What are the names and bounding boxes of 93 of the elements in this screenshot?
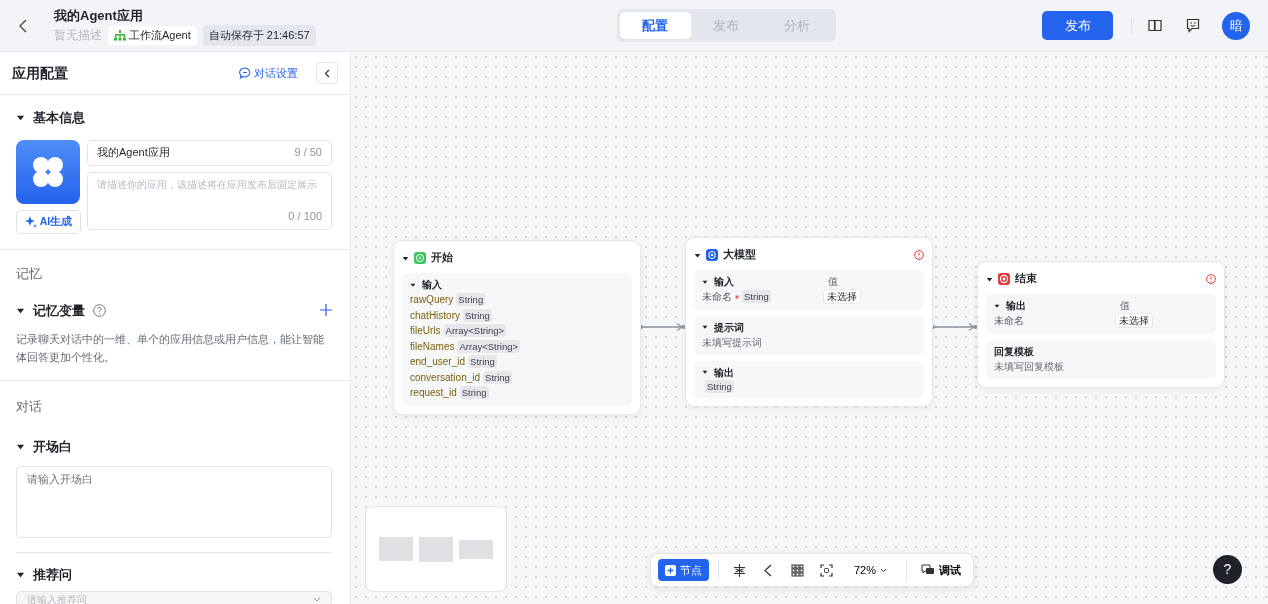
memory-hint: 记录聊天对话中的一维、单个的应用信息或用户信息，能让智能体回答更加个性化。 — [16, 332, 325, 365]
variable-name: fileNames — [410, 339, 455, 354]
type-tag: String — [468, 355, 497, 369]
sparkle-icon — [24, 215, 37, 228]
caret-icon[interactable] — [994, 302, 1000, 309]
add-node-button[interactable]: 节点 — [658, 559, 709, 581]
group-title: 记忆 — [16, 265, 43, 283]
character-count: 9 / 50 — [294, 145, 322, 161]
placeholder-text: 未填写提示词 — [702, 335, 763, 350]
smiley-icon[interactable] — [1186, 18, 1200, 33]
asterisk-icon — [733, 563, 746, 577]
target-icon — [998, 273, 1010, 285]
workflow-node[interactable]: 大模型 输入 值 未命名 String 未选择 提示词 未填写提示词 输出 String — [685, 237, 933, 407]
caret-icon[interactable] — [16, 570, 25, 580]
variable-name: conversation_id — [410, 370, 481, 385]
type-tag: Array<String> — [443, 324, 507, 338]
autosave-status: 自动保存于 21:46:57 — [202, 25, 316, 46]
value-select[interactable]: 未选择 — [823, 289, 861, 305]
caret-icon[interactable] — [986, 275, 993, 283]
section-heading: 记忆变量 — [33, 301, 85, 320]
variable-name: fileUrls — [410, 324, 441, 338]
fit-view-icon — [820, 563, 833, 577]
description-text: 暂无描述 — [54, 27, 102, 45]
connector-arrow — [639, 322, 686, 332]
group-title: 对话 — [16, 398, 43, 416]
variable-name: end_user_id — [410, 355, 466, 369]
play-icon — [414, 252, 426, 264]
back-icon[interactable] — [18, 18, 28, 33]
tab[interactable]: 配置 — [619, 12, 691, 39]
debug-button[interactable]: 调试 — [916, 559, 967, 581]
section-heading: 输入 — [714, 275, 735, 289]
connector-arrow — [931, 322, 978, 332]
ai-generate-button[interactable]: AI生成 — [16, 209, 81, 234]
section-heading: 开场白 — [33, 437, 72, 456]
workflow-node[interactable]: 开始 输入 rawQuery String chatHistory String fileUrls Array<String> fileNames Array<String> end_user_id String conversation_id String request_id String — [393, 240, 641, 415]
column-heading: 值 — [1120, 299, 1130, 313]
chevron-down-icon — [880, 567, 888, 573]
chat-bubbles-icon — [921, 564, 936, 576]
type-tag: String — [456, 293, 486, 307]
opening-input-field[interactable]: 请输入开场白 — [16, 466, 332, 538]
type-tag: String — [705, 379, 734, 393]
plus-icon[interactable] — [320, 304, 332, 317]
user-avatar[interactable]: 暗 — [1222, 11, 1250, 40]
section-heading: 回复模板 — [994, 344, 1034, 359]
publish-button[interactable]: 发布 — [1042, 11, 1113, 40]
variable-name: request_id — [410, 386, 457, 400]
name-input-field[interactable]: 我的Agent应用 9 / 50 — [87, 139, 332, 166]
section-heading: 提示词 — [714, 320, 744, 335]
chat-bubble-icon — [239, 67, 251, 79]
caret-icon[interactable] — [702, 369, 708, 375]
zoom-dropdown[interactable]: 72% — [844, 559, 898, 581]
value-select[interactable]: 未选择 — [1115, 313, 1153, 329]
section-heading: 推荐问 — [33, 566, 72, 584]
variable-name: 未命名 — [702, 290, 732, 304]
tag-label: 工作流Agent — [129, 28, 191, 43]
character-count: 0 / 100 — [288, 209, 322, 224]
column-heading: 值 — [828, 275, 838, 289]
help-button[interactable]: ? — [1213, 555, 1242, 584]
type-tag: String — [463, 308, 492, 322]
section-heading: 输出 — [1006, 299, 1027, 313]
type-tag: String — [483, 370, 512, 384]
chevron-down-icon — [313, 596, 321, 602]
node-title: 大模型 — [723, 247, 757, 263]
caret-icon[interactable] — [702, 278, 708, 285]
description-input-field[interactable]: 请描述你的应用，该描述将在应用发布后固定展示 0 / 100 — [87, 171, 332, 230]
type-tag: String — [459, 386, 489, 400]
node-title: 开始 — [431, 250, 454, 266]
caret-icon[interactable] — [694, 251, 701, 259]
chevron-left-icon — [324, 68, 330, 78]
section-heading: 基本信息 — [33, 109, 85, 127]
placeholder-text: 未填写回复模板 — [994, 359, 1065, 374]
type-tag: String — [742, 290, 771, 304]
variable-name: rawQuery — [410, 293, 454, 307]
node-title: 结束 — [1015, 271, 1038, 287]
variable-name: 未命名 — [994, 314, 1024, 328]
section-heading: 输入 — [422, 278, 442, 292]
grid-icon — [791, 563, 804, 577]
panel-title: 应用配置 — [12, 63, 69, 83]
caret-icon[interactable] — [402, 254, 409, 262]
variable-name: chatHistory — [410, 308, 460, 323]
section-heading: 输出 — [714, 365, 734, 380]
dialog-settings-link[interactable]: 对话设置 — [239, 64, 298, 82]
plus-square-icon — [665, 564, 676, 576]
book-icon[interactable] — [1148, 19, 1162, 32]
caret-icon[interactable] — [702, 324, 708, 330]
app-logo-icon — [16, 139, 80, 204]
type-tag: Array<String> — [457, 339, 521, 353]
app-title: 我的Agent应用 — [54, 6, 144, 25]
org-chart-icon — [114, 29, 126, 41]
workflow-node[interactable]: 结束 输出 值 未命名 未选择 回复模板 未填写回复模板 — [977, 261, 1225, 388]
caret-icon[interactable] — [16, 113, 25, 123]
caret-icon[interactable] — [410, 281, 416, 288]
help-circle-icon — [93, 303, 106, 317]
